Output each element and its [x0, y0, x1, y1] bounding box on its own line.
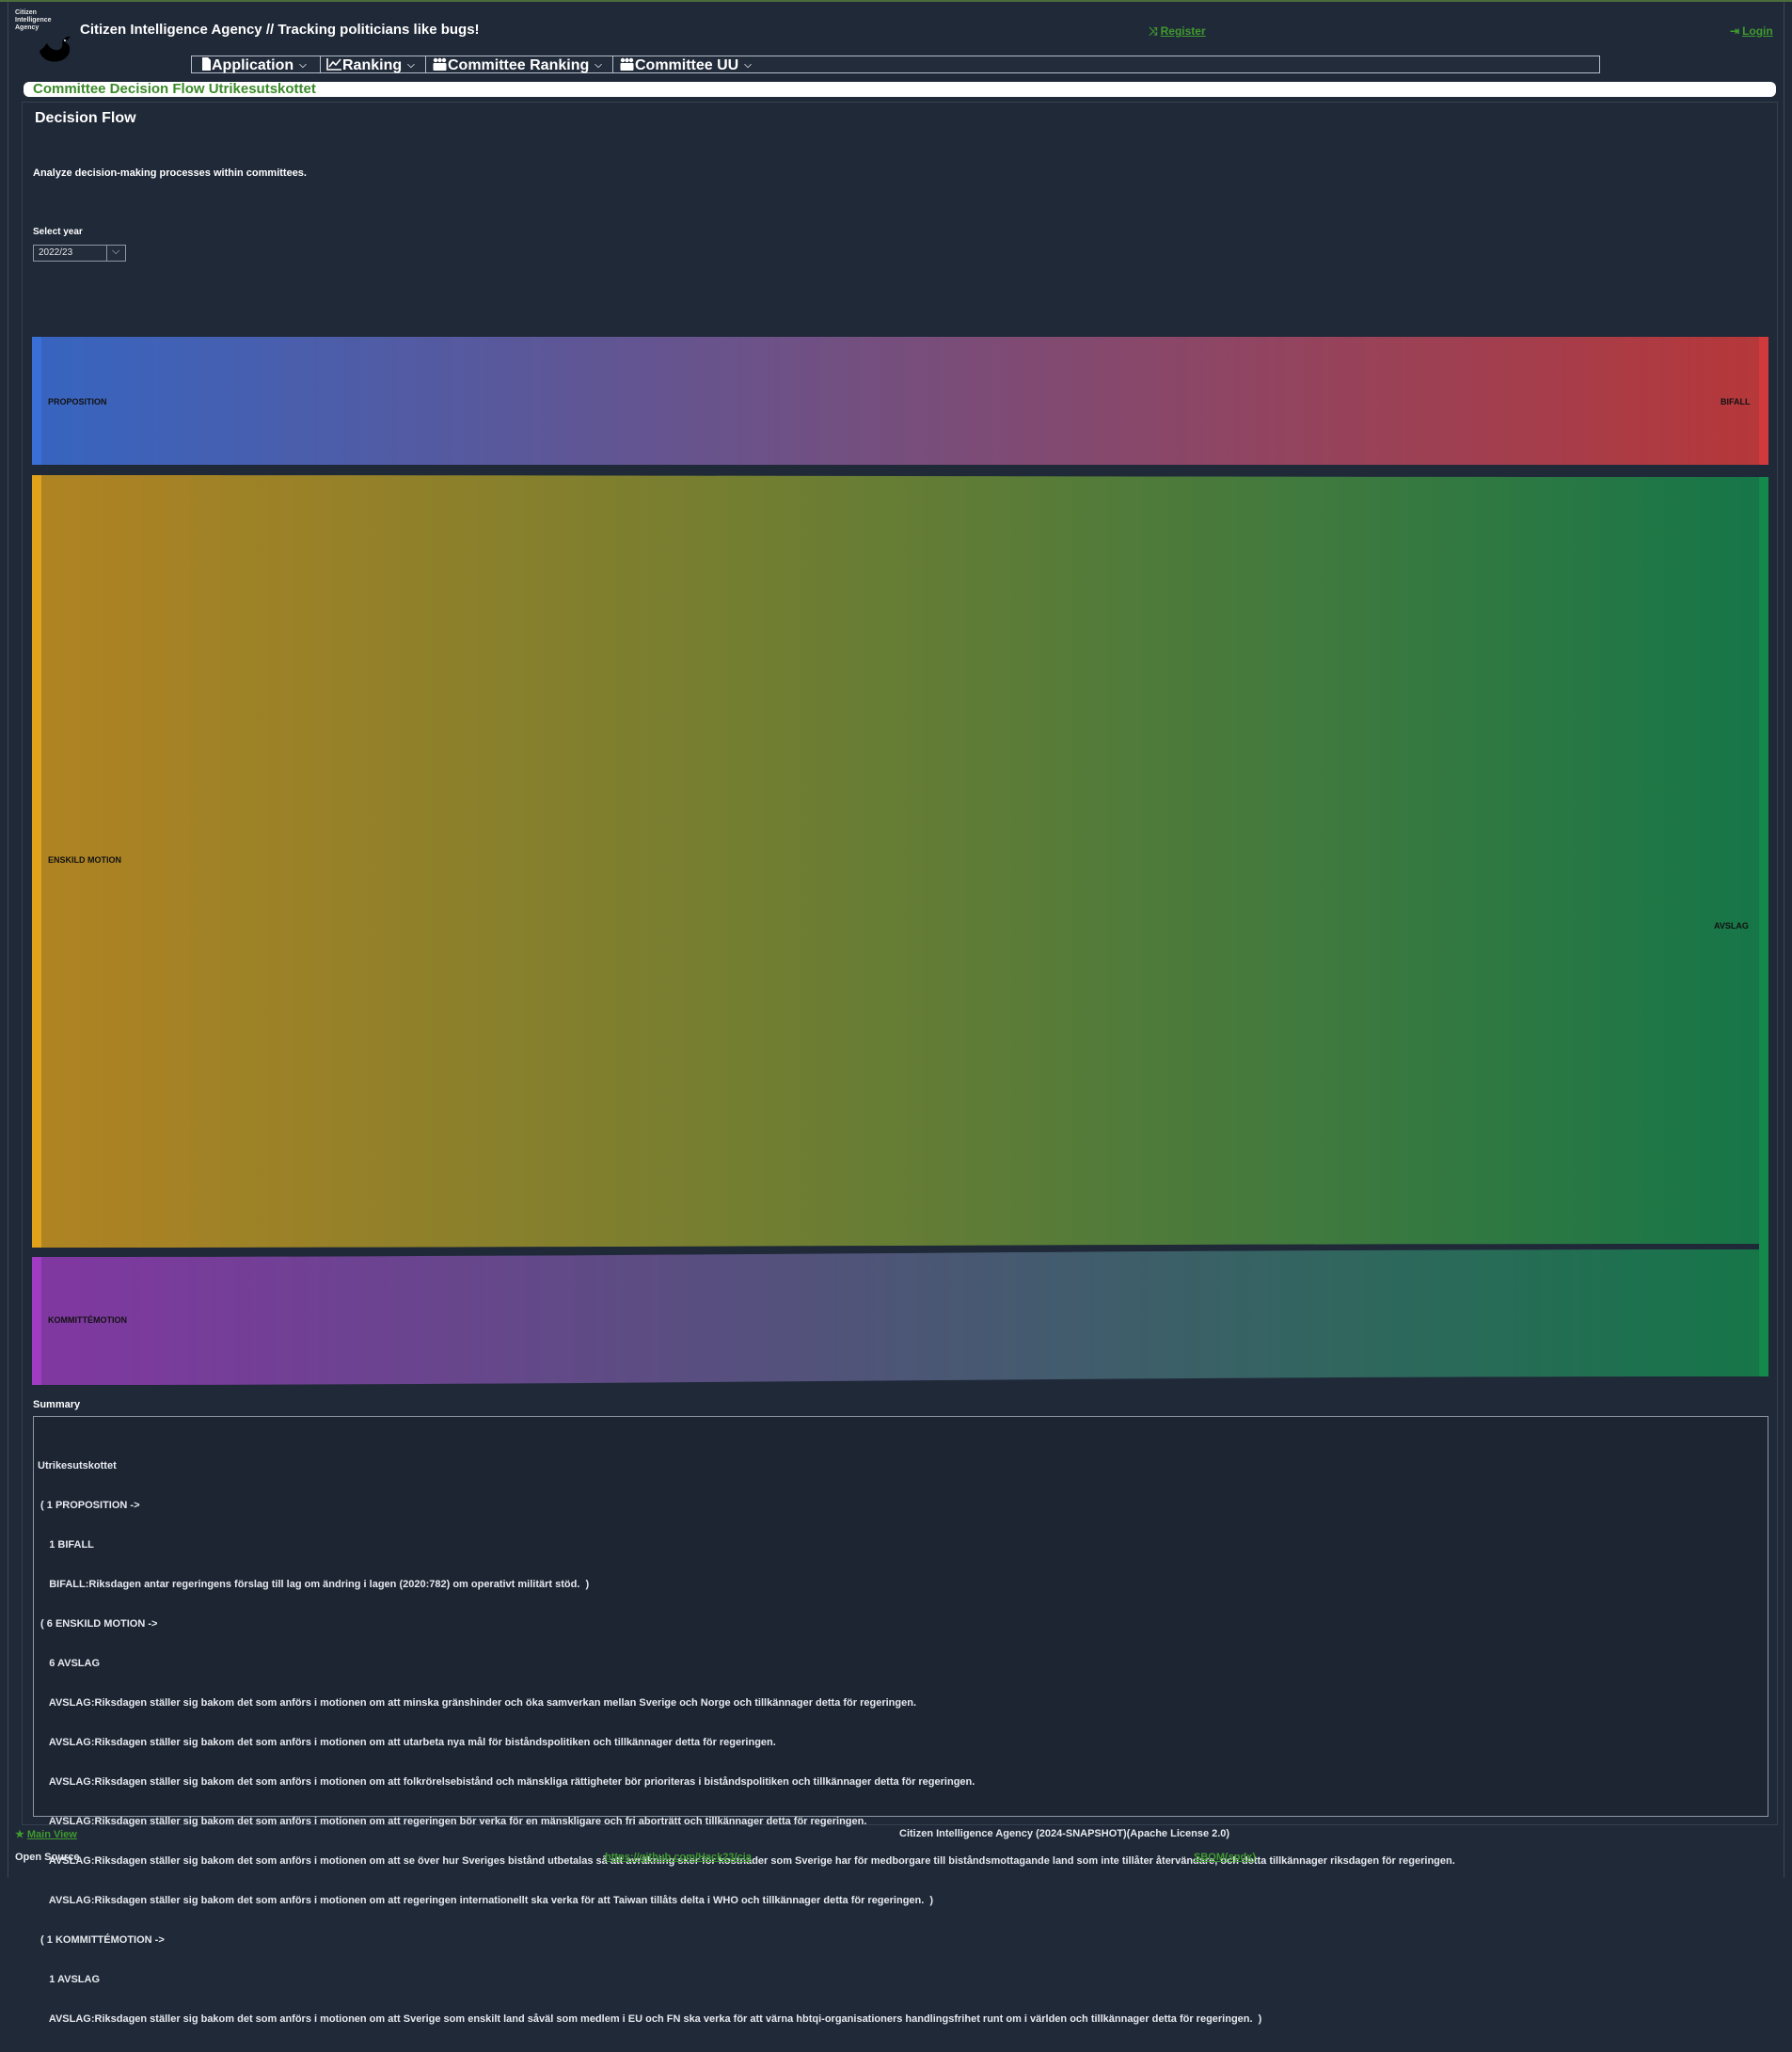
- sankey-node-proposition[interactable]: [32, 337, 41, 465]
- sankey-node-enskild-motion[interactable]: [32, 475, 41, 1248]
- summary-line: AVSLAG:Riksdagen ställer sig bakom det s…: [38, 1895, 934, 1906]
- register-link[interactable]: ⤨ Register: [1149, 24, 1206, 39]
- logo-text: Citizen Intelligence Agency: [15, 9, 52, 31]
- star-icon: ★: [15, 1829, 24, 1840]
- main-view-link[interactable]: ★ Main View: [15, 1828, 77, 1840]
- summary-line: AVSLAG:Riksdagen ställer sig bakom det s…: [38, 1697, 917, 1709]
- summary-line: AVSLAG:Riksdagen ställer sig bakom det s…: [38, 2013, 1262, 2025]
- summary-line: 1 BIFALL: [38, 1539, 94, 1551]
- menu-item-application[interactable]: Application ⌵: [201, 56, 307, 73]
- sankey-node-bifall[interactable]: [1759, 337, 1768, 465]
- summary-line: AVSLAG:Riksdagen ställer sig bakom det s…: [38, 1816, 867, 1827]
- summary-line: 6 AVSLAG: [38, 1658, 101, 1669]
- sankey-link-proposition-bifall[interactable]: [40, 337, 1759, 465]
- summary-line: AVSLAG:Riksdagen ställer sig bakom det s…: [38, 1776, 975, 1788]
- summary-text: Utrikesutskottet ( 1 PROPOSITION -> 1 BI…: [38, 1433, 1455, 2052]
- section-title: Decision Flow: [35, 110, 136, 126]
- shuffle-icon: ⤨: [1149, 24, 1158, 38]
- menu-item-label: Committee Ranking: [448, 57, 590, 73]
- group-icon: [433, 57, 447, 71]
- chevron-down-icon: ⌵: [112, 246, 120, 257]
- summary-label: Summary: [33, 1399, 81, 1410]
- menu-item-committee-ranking[interactable]: Committee Ranking ⌵: [432, 56, 602, 73]
- sankey-node-avslag[interactable]: [1759, 477, 1768, 1376]
- sankey-svg: [32, 337, 1768, 1385]
- sbom-link[interactable]: SBOM(spdx): [1194, 1852, 1256, 1863]
- sankey-label-kommittemotion: KOMMITTÉMOTION: [48, 1315, 127, 1325]
- bird-logo-icon: [40, 36, 71, 62]
- footer-open-source: Open Source: [15, 1852, 80, 1863]
- footer-copyright: Citizen Intelligence Agency (2024-SNAPSH…: [899, 1828, 1230, 1839]
- menu-divider: [425, 56, 426, 72]
- register-label: Register: [1160, 24, 1206, 38]
- main-menu-bar: Application ⌵ Ranking ⌵ Committee Ranking ⌵…: [191, 56, 1600, 73]
- year-select-toggle[interactable]: ⌵: [106, 246, 125, 261]
- sankey-link-kommittemotion-avslag[interactable]: [40, 1249, 1759, 1385]
- github-link[interactable]: https://github.com/Hack23/cia: [605, 1852, 752, 1863]
- year-select[interactable]: 2022/23 ⌵: [33, 245, 126, 262]
- sankey-label-enskild-motion: ENSKILD MOTION: [48, 855, 121, 865]
- year-select-label: Select year: [33, 227, 83, 237]
- sankey-label-avslag: AVSLAG: [1714, 921, 1749, 931]
- menu-item-label: Ranking: [342, 57, 403, 73]
- line-chart-icon: [326, 58, 341, 71]
- sankey-link-enskild-motion-avslag[interactable]: [40, 475, 1759, 1248]
- main-view-label: Main View: [26, 1829, 77, 1840]
- menu-divider: [320, 56, 321, 72]
- sankey-label-proposition: PROPOSITION: [48, 397, 107, 406]
- summary-line: ( 1 PROPOSITION ->: [38, 1500, 140, 1511]
- year-select-value: 2022/23: [39, 247, 73, 258]
- group-icon: [620, 57, 634, 71]
- menu-item-label: Committee UU: [635, 57, 739, 73]
- page-title: Committee Decision Flow Utrikesutskottet: [33, 81, 316, 97]
- app-title: Citizen Intelligence Agency // Tracking …: [80, 22, 480, 38]
- sankey-label-bifall: BIFALL: [1721, 397, 1751, 406]
- summary-line: ( 6 ENSKILD MOTION ->: [38, 1618, 158, 1630]
- app-logo[interactable]: Citizen Intelligence Agency: [15, 9, 73, 68]
- document-icon: [202, 57, 211, 71]
- chevron-down-icon: ⌵: [744, 60, 752, 71]
- summary-line: BIFALL:Riksdagen antar regeringens försl…: [38, 1579, 590, 1590]
- chevron-down-icon: ⌵: [299, 60, 307, 71]
- summary-line: ( 1 KOMMITTÉMOTION ->: [38, 1934, 165, 1946]
- chevron-down-icon: ⌵: [407, 60, 415, 71]
- summary-line: AVSLAG:Riksdagen ställer sig bakom det s…: [38, 1737, 776, 1748]
- menu-item-committee-uu[interactable]: Committee UU ⌵: [619, 56, 752, 73]
- sankey-node-kommittemotion[interactable]: [32, 1257, 41, 1385]
- summary-line: Utrikesutskottet: [38, 1460, 117, 1471]
- menu-item-label: Application: [212, 57, 294, 73]
- decision-flow-sankey-chart: PROPOSITION ENSKILD MOTION KOMMITTÉMOTIO…: [32, 336, 1768, 1392]
- view-title-bar: Committee Decision Flow Utrikesutskottet: [24, 81, 1776, 97]
- menu-divider: [612, 56, 613, 72]
- summary-line: 1 AVSLAG: [38, 1974, 101, 1985]
- sign-in-icon: ⇥: [1730, 24, 1740, 38]
- menu-item-ranking[interactable]: Ranking ⌵: [326, 56, 415, 73]
- login-label: Login: [1742, 24, 1773, 38]
- login-link[interactable]: ⇥ Login: [1730, 24, 1773, 38]
- section-description: Analyze decision-making processes within…: [33, 167, 307, 179]
- chevron-down-icon: ⌵: [595, 60, 602, 71]
- summary-textarea[interactable]: Utrikesutskottet ( 1 PROPOSITION -> 1 BI…: [33, 1416, 1768, 2025]
